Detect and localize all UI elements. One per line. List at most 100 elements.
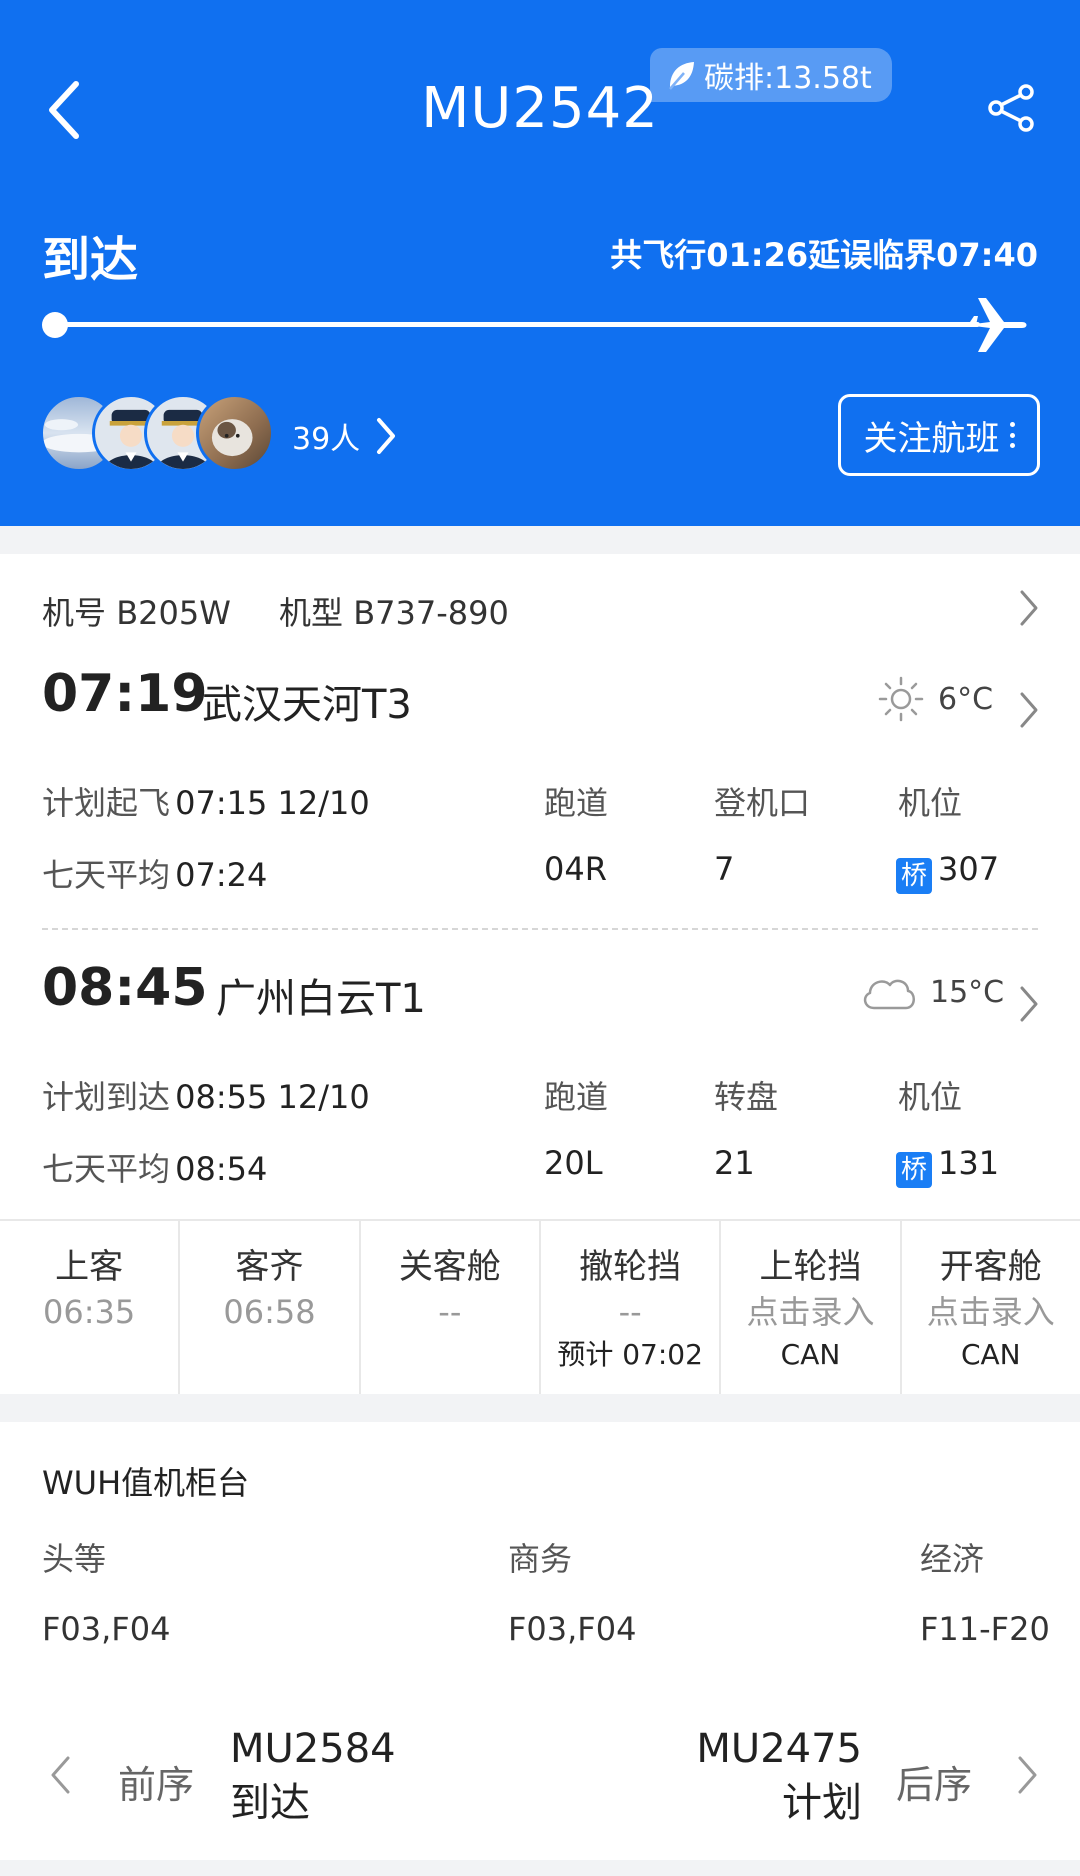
follow-flight-label: 关注航班 — [863, 418, 1000, 459]
more-icon — [1009, 422, 1015, 448]
step-name: 客齐 — [235, 1247, 304, 1287]
step-close-cabin[interactable]: 关客舱 -- — [361, 1221, 541, 1394]
step-note: 预计 07:02 — [557, 1338, 703, 1371]
step-time: 06:58 — [223, 1293, 316, 1331]
chevron-right-icon[interactable] — [1018, 984, 1040, 1024]
chevron-right-icon — [377, 418, 396, 454]
sun-icon — [878, 676, 924, 722]
chevron-right-icon[interactable] — [1016, 1754, 1040, 1796]
economy-class-counters: F11-F20 — [920, 1610, 1050, 1648]
next-flight-number: MU2475 — [696, 1726, 862, 1772]
step-place-chocks[interactable]: 上轮挡 点击录入 CAN — [721, 1221, 902, 1394]
chevron-left-icon[interactable] — [48, 1754, 72, 1796]
avatar — [196, 394, 274, 472]
cloud-icon — [863, 979, 915, 1010]
flight-header: MU2542 碳排:13.58t 到达 共飞行01:26延误临界07:40 39… — [0, 0, 1080, 526]
departure-time: 07:19 — [42, 664, 208, 724]
stand-label: 机位 — [898, 1078, 963, 1116]
step-name: 撤轮挡 — [579, 1247, 682, 1287]
followers-count: 39人 — [292, 422, 361, 457]
step-name: 上客 — [55, 1247, 124, 1287]
departure-plan: 计划起飞 07:15 12/10 — [42, 778, 370, 824]
leaf-icon — [669, 62, 694, 90]
carbon-text: 碳排:13.58t — [704, 61, 872, 96]
plan-value: 08:55 12/10 — [175, 1078, 370, 1116]
avg-value: 08:54 — [175, 1150, 268, 1188]
plan-label: 计划到达 — [42, 1078, 171, 1116]
progress-start-dot — [42, 312, 68, 338]
arrival-airport: 广州白云T1 — [216, 976, 426, 1022]
type-label: 机型 — [279, 594, 344, 632]
flight-detail-card: 机号 B205W 机型 B737-890 07:19 武汉天河T3 6°C 计划… — [0, 554, 1080, 1394]
plan-label: 计划起飞 — [42, 784, 171, 822]
first-class-label: 头等 — [42, 1540, 107, 1578]
stand-label: 机位 — [898, 784, 963, 822]
follow-flight-button[interactable]: 关注航班 — [838, 394, 1040, 476]
next-flight-label[interactable]: 后序 — [896, 1754, 972, 1809]
step-note: CAN — [780, 1338, 841, 1371]
step-time: 点击录入 — [746, 1293, 875, 1331]
chevron-right-icon[interactable] — [1018, 588, 1040, 628]
gate-value: 7 — [714, 850, 735, 888]
bridge-badge: 桥 — [896, 1152, 932, 1188]
business-class-label: 商务 — [508, 1540, 573, 1578]
runway-value: 04R — [544, 850, 607, 888]
share-icon[interactable] — [986, 82, 1038, 134]
arrival-plan: 计划到达 08:55 12/10 — [42, 1072, 370, 1118]
first-class-counters: F03,F04 — [42, 1610, 171, 1648]
next-flight[interactable]: MU2475 计划 — [696, 1722, 862, 1830]
step-name: 开客舱 — [939, 1247, 1042, 1287]
checkin-title: WUH值机柜台 — [42, 1464, 250, 1502]
checkin-card: WUH值机柜台 头等 商务 经济 F03,F04 F03,F04 F11-F20… — [0, 1422, 1080, 1860]
carbon-badge[interactable]: 碳排:13.58t — [650, 48, 892, 102]
departure-avg: 七天平均 07:24 — [42, 850, 267, 896]
avg-label: 七天平均 — [42, 856, 171, 894]
airplane-icon — [966, 298, 1027, 352]
stand-number: 307 — [938, 850, 1000, 888]
chevron-right-icon[interactable] — [1018, 690, 1040, 730]
runway-label: 跑道 — [544, 1078, 609, 1116]
previous-flight-number: MU2584 — [230, 1726, 396, 1772]
flight-number: MU2542 — [421, 76, 659, 141]
previous-flight-status: 到达 — [230, 1780, 310, 1826]
next-flight-status: 计划 — [782, 1780, 862, 1826]
previous-flight[interactable]: MU2584 到达 — [230, 1722, 396, 1830]
ground-steps: 上客 06:35 客齐 06:58 关客舱 -- 撤轮挡 -- 预计 07:02… — [0, 1219, 1080, 1394]
runway-value: 20L — [544, 1144, 603, 1182]
step-time: 点击录入 — [926, 1293, 1055, 1331]
avg-value: 07:24 — [175, 856, 268, 894]
step-time: -- — [438, 1293, 462, 1331]
type-value: B737-890 — [353, 594, 509, 632]
step-name: 上轮挡 — [759, 1247, 862, 1287]
arrival-avg: 七天平均 08:54 — [42, 1144, 267, 1190]
step-name: 关客舱 — [398, 1247, 501, 1287]
divider — [42, 928, 1038, 930]
reg-label: 机号 — [42, 594, 107, 632]
followers-count-link[interactable]: 39人 — [292, 414, 398, 458]
carousel-label: 转盘 — [714, 1078, 779, 1116]
plan-value: 07:15 12/10 — [175, 784, 370, 822]
stand-number: 131 — [938, 1144, 1000, 1182]
step-boarding[interactable]: 上客 06:35 — [0, 1221, 181, 1394]
arrival-time: 08:45 — [42, 958, 208, 1018]
gate-label: 登机口 — [714, 784, 811, 822]
previous-flight-label[interactable]: 前序 — [118, 1754, 194, 1809]
stand-value: 桥 307 — [896, 850, 999, 894]
step-open-cabin[interactable]: 开客舱 点击录入 CAN — [902, 1221, 1080, 1394]
aircraft-info[interactable]: 机号 B205W 机型 B737-890 — [42, 588, 509, 634]
follower-avatars[interactable] — [40, 394, 280, 474]
departure-temp: 6°C — [938, 681, 994, 717]
carousel-value: 21 — [714, 1144, 755, 1182]
runway-label: 跑道 — [544, 784, 609, 822]
step-remove-chocks[interactable]: 撤轮挡 -- 预计 07:02 — [541, 1221, 722, 1394]
step-time: -- — [618, 1293, 642, 1331]
step-boarding-complete[interactable]: 客齐 06:58 — [180, 1221, 361, 1394]
flight-status: 到达 — [42, 232, 139, 288]
arrival-temp: 15°C — [930, 974, 1005, 1010]
economy-class-label: 经济 — [920, 1540, 985, 1578]
avg-label: 七天平均 — [42, 1150, 171, 1188]
arrival-weather[interactable]: 15°C — [860, 970, 1004, 1014]
step-time: 06:35 — [43, 1293, 136, 1331]
business-class-counters: F03,F04 — [508, 1610, 637, 1648]
departure-weather[interactable]: 6°C — [878, 676, 993, 722]
